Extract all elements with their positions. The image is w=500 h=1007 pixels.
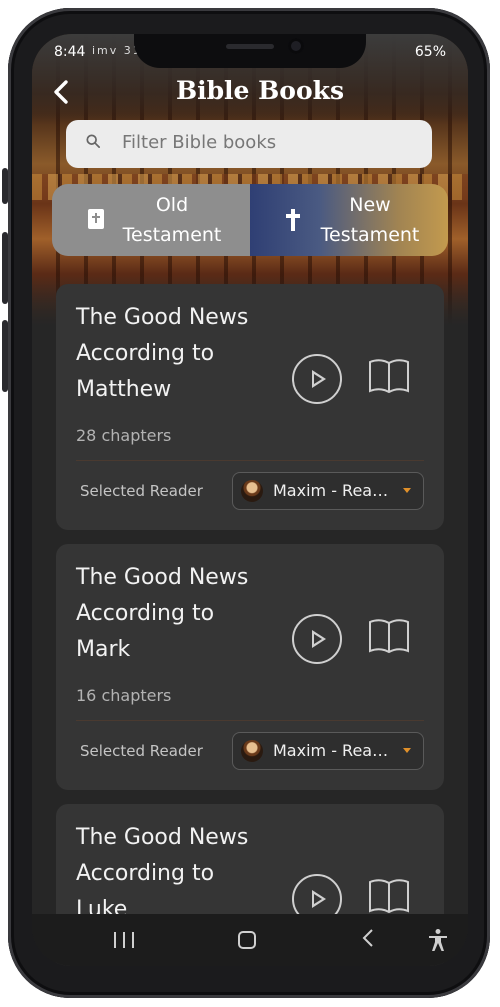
chapter-count: 28 chapters	[76, 426, 172, 445]
play-button[interactable]	[292, 354, 342, 404]
tab-old-label: Old Testament	[122, 194, 222, 246]
open-book-icon[interactable]	[368, 878, 410, 916]
system-nav-bar	[32, 914, 468, 966]
status-time: 8:44	[54, 44, 86, 60]
tab-old-testament[interactable]: Old Testament	[52, 184, 250, 256]
book-title: The Good News According to Luke	[76, 825, 249, 922]
home-icon[interactable]	[238, 931, 256, 949]
reader-dropdown[interactable]: Maxim - Reader	[232, 472, 424, 510]
divider	[76, 720, 424, 721]
side-button	[2, 320, 8, 392]
accessibility-icon[interactable]	[428, 928, 448, 956]
chapter-count: 16 chapters	[76, 686, 172, 705]
reader-name: Maxim - Reader	[273, 741, 395, 760]
tab-new-testament[interactable]: New Testament	[250, 184, 448, 256]
search-icon	[86, 134, 100, 148]
search-input[interactable]: Filter Bible books	[66, 120, 432, 168]
tab-new-label: New Testament	[320, 194, 420, 246]
book-title: The Good News According to Matthew	[76, 305, 249, 402]
book-title: The Good News According to Mark	[76, 565, 249, 662]
book-card[interactable]: The Good News According to Matthew 28 ch…	[56, 284, 444, 530]
testament-toggle: Old Testament New Testament	[52, 184, 448, 256]
app-screen: 8:44 imv 31 65% Bible Books Filter Bible…	[32, 34, 468, 966]
reader-name: Maxim - Reader	[273, 481, 395, 500]
avatar	[241, 740, 263, 762]
reader-dropdown[interactable]: Maxim - Reader	[232, 732, 424, 770]
book-cross-icon	[88, 209, 104, 229]
volume-down-button	[2, 232, 8, 304]
open-book-icon[interactable]	[368, 358, 410, 396]
cross-icon	[286, 209, 300, 231]
app-header: Bible Books	[32, 72, 468, 120]
notch	[134, 34, 366, 68]
battery-percent: 65%	[414, 44, 446, 60]
avatar	[241, 480, 263, 502]
divider	[76, 460, 424, 461]
selected-reader-label: Selected Reader	[80, 482, 203, 500]
recent-apps-icon[interactable]	[114, 932, 136, 948]
open-book-icon[interactable]	[368, 618, 410, 656]
play-button[interactable]	[292, 614, 342, 664]
caret-down-icon	[403, 488, 411, 493]
selected-reader-label: Selected Reader	[80, 742, 203, 760]
volume-up-button	[2, 168, 8, 204]
search-placeholder: Filter Bible books	[122, 132, 277, 153]
nav-back-icon[interactable]	[362, 928, 374, 952]
book-card[interactable]: The Good News According to Mark 16 chapt…	[56, 544, 444, 790]
page-title: Bible Books	[175, 76, 345, 105]
caret-down-icon	[403, 748, 411, 753]
